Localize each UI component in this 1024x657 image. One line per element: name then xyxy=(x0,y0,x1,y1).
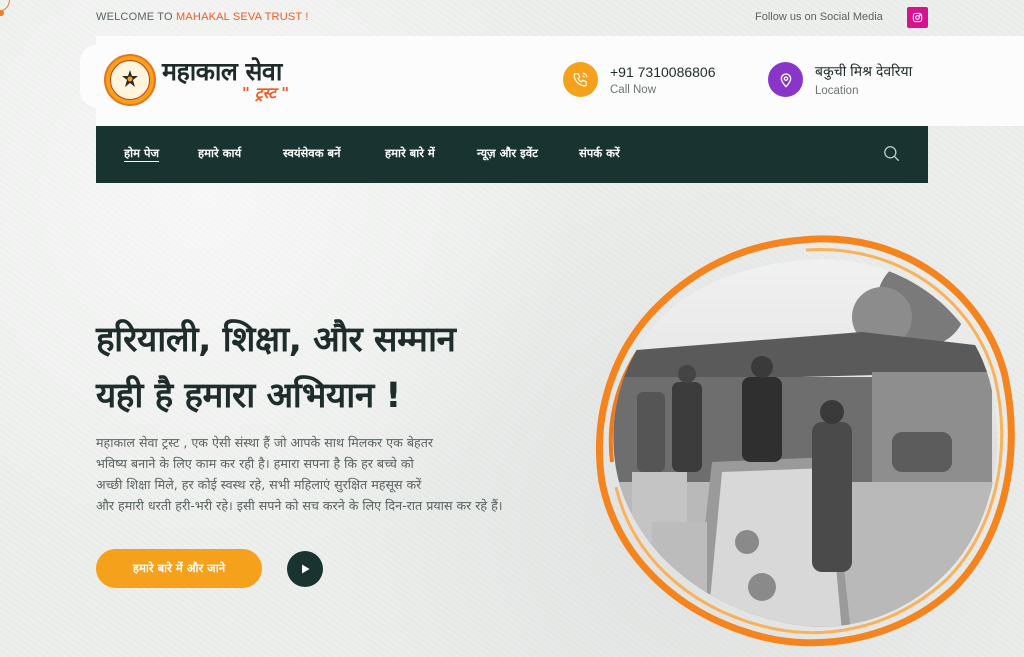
hero-photo xyxy=(592,222,1016,652)
hero-desc-line: महाकाल सेवा ट्रस्ट , एक ऐसी संस्था हैं ज… xyxy=(96,435,434,450)
about-more-button[interactable]: हमारे बारे में और जाने xyxy=(96,549,262,588)
hero-desc-line: भविष्य बनाने के लिए काम कर रही है। हमारा… xyxy=(96,456,414,471)
instagram-icon[interactable] xyxy=(907,7,928,28)
logo-emblem-icon xyxy=(104,54,156,106)
phone-number: +91 7310086806 xyxy=(610,63,716,80)
top-bar: WELCOME TO MAHAKAL SEVA TRUST ! Follow u… xyxy=(0,0,1024,36)
follow-text: Follow us on Social Media xyxy=(755,11,883,23)
welcome-prefix: WELCOME TO xyxy=(96,11,177,23)
phone-label: Call Now xyxy=(610,83,657,96)
phone-icon xyxy=(563,62,598,97)
nav-item-our-work[interactable]: हमारे कार्य xyxy=(198,146,241,161)
hero-title-line1: हरियाली, शिक्षा, और सम्मान xyxy=(96,320,456,360)
hero-desc-line: अच्छी शिक्षा मिले, हर कोई स्वस्थ रहे, सभ… xyxy=(96,477,422,492)
nav-item-news-events[interactable]: न्यूज़ और इवेंट xyxy=(477,146,538,161)
hero-title-line2: यही है हमारा अभियान ! xyxy=(96,376,401,416)
main-nav: होम पेज हमारे कार्य स्वयंसेवक बनें हमारे… xyxy=(96,126,928,183)
nav-item-home[interactable]: होम पेज xyxy=(124,146,159,161)
hero-title: हरियाली, शिक्षा, और सम्मान यही है हमारा … xyxy=(96,312,456,424)
phone-contact[interactable]: +91 7310086806 Call Now xyxy=(563,62,716,97)
hero-desc-line: और हमारी धरती हरी-भरी रहे। इसी सपने को स… xyxy=(96,498,503,513)
search-icon[interactable] xyxy=(882,144,902,164)
logo-subtitle: " ट्रस्ट " xyxy=(242,84,290,102)
welcome-text: WELCOME TO MAHAKAL SEVA TRUST ! xyxy=(96,11,309,23)
nav-item-contact[interactable]: संपर्क करें xyxy=(579,146,620,161)
location-contact[interactable]: बकुची मिश्र देवरिया Location xyxy=(768,62,912,97)
hero-description: महाकाल सेवा ट्रस्ट , एक ऐसी संस्था हैं ज… xyxy=(96,432,596,516)
play-icon[interactable] xyxy=(287,551,323,587)
welcome-brand: MAHAKAL SEVA TRUST ! xyxy=(176,11,309,23)
location-value: बकुची मिश्र देवरिया xyxy=(815,63,913,79)
site-logo[interactable]: महाकाल सेवा " ट्रस्ट " xyxy=(104,54,289,106)
location-pin-icon xyxy=(768,62,803,97)
logo-title: महाकाल सेवा xyxy=(162,57,282,86)
nav-item-about[interactable]: हमारे बारे में xyxy=(385,146,435,161)
location-label: Location xyxy=(815,85,859,97)
nav-item-volunteer[interactable]: स्वयंसेवक बनें xyxy=(283,146,341,161)
